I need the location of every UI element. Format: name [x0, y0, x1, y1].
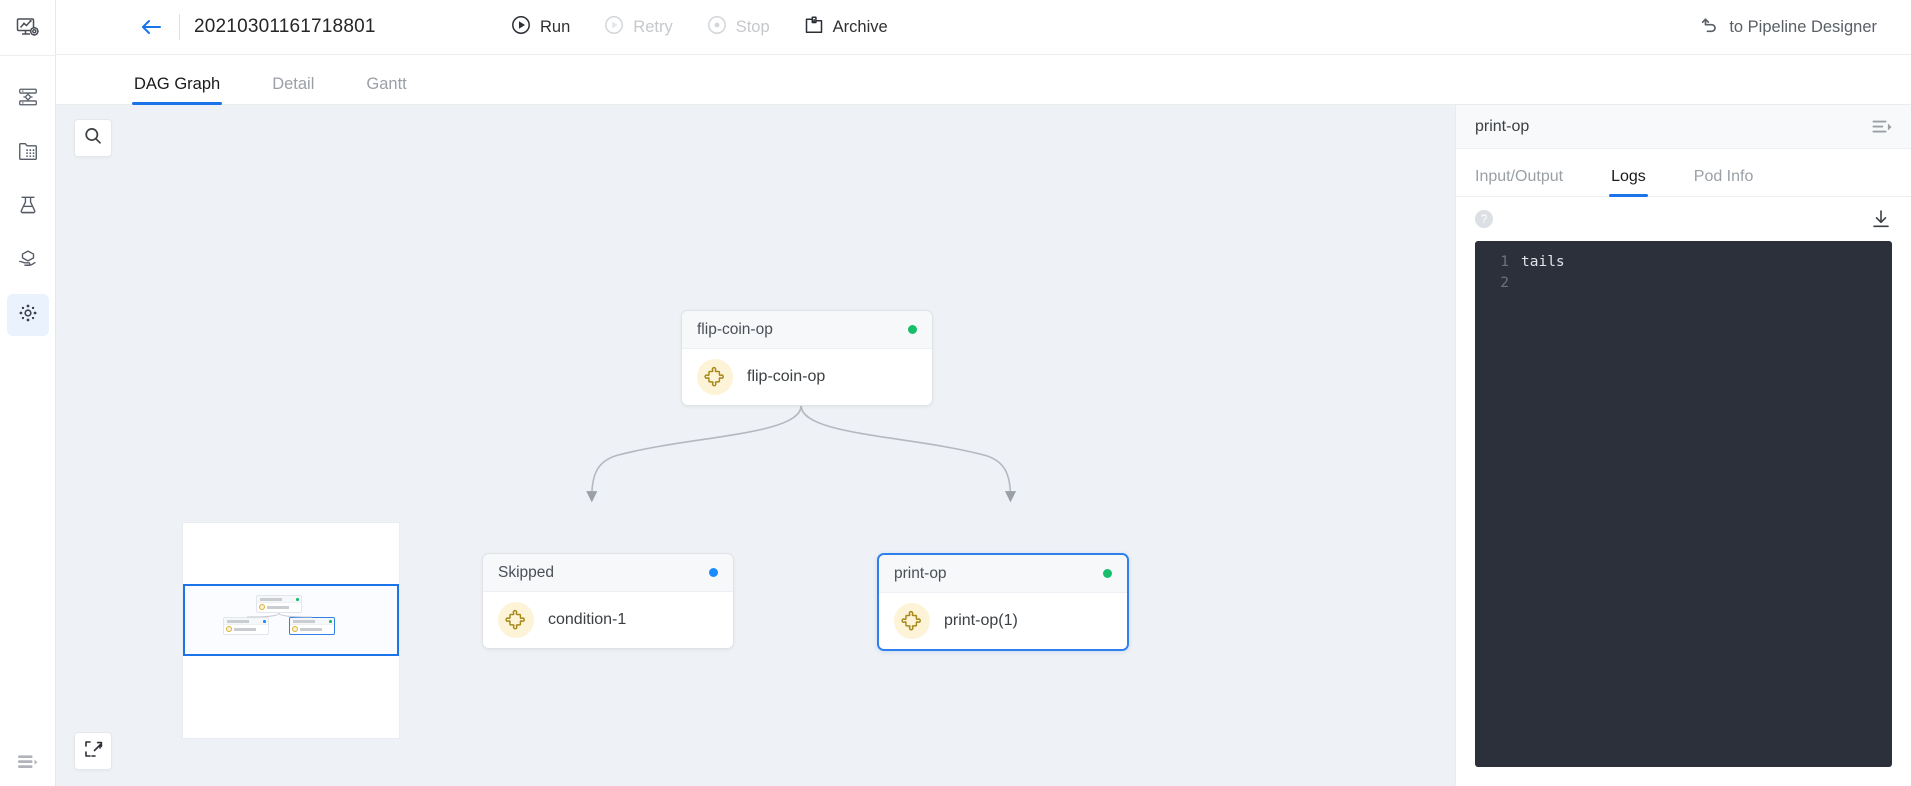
- archive-icon: [804, 15, 824, 40]
- fit-to-screen-button[interactable]: [74, 732, 112, 770]
- run-header: 20210301161718801 Run Retry Stop Archive…: [56, 0, 1911, 55]
- logs-toolbar: ?: [1456, 197, 1911, 241]
- node-body: condition-1: [483, 592, 733, 648]
- tab-gantt[interactable]: Gantt: [366, 75, 406, 104]
- details-panel-header: print-op: [1456, 105, 1911, 149]
- dag-canvas[interactable]: flip-coin-op flip-coin-op Skipped condit…: [56, 105, 1455, 786]
- collapse-menu-icon[interactable]: [17, 754, 39, 772]
- node-header: flip-coin-op: [682, 311, 932, 349]
- dag-node-print-op[interactable]: print-op print-op(1): [877, 553, 1129, 651]
- details-panel-title: print-op: [1475, 117, 1530, 135]
- header-divider: [179, 14, 180, 40]
- back-arrow-icon[interactable]: [140, 17, 162, 37]
- retry-circle-icon: [604, 15, 624, 40]
- undo-arrow-icon: [1700, 15, 1720, 40]
- rail-bottom: [0, 754, 56, 772]
- puzzle-piece-icon: [894, 603, 930, 639]
- stop-button[interactable]: Stop: [707, 15, 770, 40]
- to-pipeline-designer-link[interactable]: to Pipeline Designer: [1700, 15, 1889, 40]
- tab-logs[interactable]: Logs: [1609, 168, 1648, 197]
- sidebar-item-model-serving[interactable]: [7, 240, 49, 282]
- log-line-number: 2: [1500, 275, 1509, 291]
- content-area: flip-coin-op flip-coin-op Skipped condit…: [56, 105, 1911, 786]
- archive-button[interactable]: Archive: [804, 15, 888, 40]
- puzzle-piece-icon: [697, 359, 733, 395]
- log-line: 1 tails: [1475, 252, 1892, 273]
- puzzle-piece-icon: [498, 602, 534, 638]
- minimap-viewport[interactable]: [183, 584, 399, 656]
- node-label: print-op(1): [944, 612, 1018, 629]
- download-icon[interactable]: [1870, 208, 1892, 230]
- status-badge: [709, 568, 718, 577]
- stop-circle-icon: [707, 15, 727, 40]
- node-body: print-op(1): [879, 593, 1127, 649]
- cluster-icon: [17, 86, 39, 113]
- sidebar-item-clusters[interactable]: [7, 78, 49, 120]
- canvas-search-button[interactable]: [74, 119, 112, 157]
- node-header-label: flip-coin-op: [697, 320, 773, 338]
- dag-canvas-surface[interactable]: flip-coin-op flip-coin-op Skipped condit…: [56, 105, 1455, 786]
- search-icon: [83, 126, 103, 151]
- node-header-label: Skipped: [498, 563, 555, 581]
- details-panel-tabs: Input/Output Logs Pod Info: [1456, 149, 1911, 197]
- page-title: 20210301161718801: [194, 16, 376, 37]
- node-label: flip-coin-op: [747, 368, 826, 385]
- log-output[interactable]: 1 tails 2: [1475, 241, 1892, 767]
- flask-icon: [17, 194, 39, 221]
- sidebar-item-datasets[interactable]: [7, 132, 49, 174]
- status-badge: [908, 325, 917, 334]
- run-button-label: Run: [540, 18, 571, 36]
- view-tabs: DAG Graph Detail Gantt: [56, 55, 1911, 105]
- node-header: Skipped: [483, 554, 733, 592]
- to-pipeline-designer-label: to Pipeline Designer: [1729, 17, 1877, 36]
- log-line-text: tails: [1521, 254, 1565, 270]
- tab-input-output[interactable]: Input/Output: [1475, 168, 1563, 196]
- panel-collapse-icon[interactable]: [1872, 119, 1892, 135]
- dag-node-flip-coin-op[interactable]: flip-coin-op flip-coin-op: [681, 310, 933, 406]
- node-header: print-op: [879, 555, 1127, 593]
- app-root: 20210301161718801 Run Retry Stop Archive…: [0, 0, 1911, 786]
- folder-grid-icon: [17, 140, 39, 167]
- left-nav-rail: [0, 0, 56, 786]
- tab-detail[interactable]: Detail: [272, 75, 314, 104]
- status-badge: [1103, 569, 1112, 578]
- tab-dag-graph[interactable]: DAG Graph: [131, 75, 223, 105]
- dag-node-condition-1[interactable]: Skipped condition-1: [482, 553, 734, 649]
- play-circle-icon: [511, 15, 531, 40]
- retry-button-label: Retry: [633, 18, 673, 36]
- gear-icon: [17, 302, 39, 329]
- archive-button-label: Archive: [832, 18, 888, 36]
- help-icon[interactable]: ?: [1475, 210, 1493, 228]
- sidebar-item-settings[interactable]: [6, 294, 49, 336]
- minimap-edges: [246, 612, 313, 618]
- log-line-number: 1: [1500, 254, 1509, 270]
- tab-pod-info[interactable]: Pod Info: [1694, 168, 1754, 196]
- retry-button[interactable]: Retry: [604, 15, 673, 40]
- log-line: 2: [1475, 273, 1892, 294]
- stop-button-label: Stop: [735, 18, 770, 36]
- rail-items: [0, 56, 56, 348]
- node-label: condition-1: [548, 611, 627, 628]
- app-logo: [0, 0, 56, 56]
- run-button[interactable]: Run: [511, 15, 570, 40]
- details-panel: print-op Input/Output Logs Pod Info ? 1 …: [1455, 105, 1911, 786]
- run-actions: Run Retry Stop Archive: [511, 0, 888, 55]
- node-body: flip-coin-op: [682, 349, 932, 405]
- main-column: 20210301161718801 Run Retry Stop Archive…: [56, 0, 1911, 786]
- fit-to-screen-icon: [83, 739, 103, 764]
- node-header-label: print-op: [894, 564, 947, 582]
- model-serving-icon: [17, 248, 39, 275]
- sidebar-item-experiments[interactable]: [7, 186, 49, 228]
- dag-minimap[interactable]: [183, 523, 399, 738]
